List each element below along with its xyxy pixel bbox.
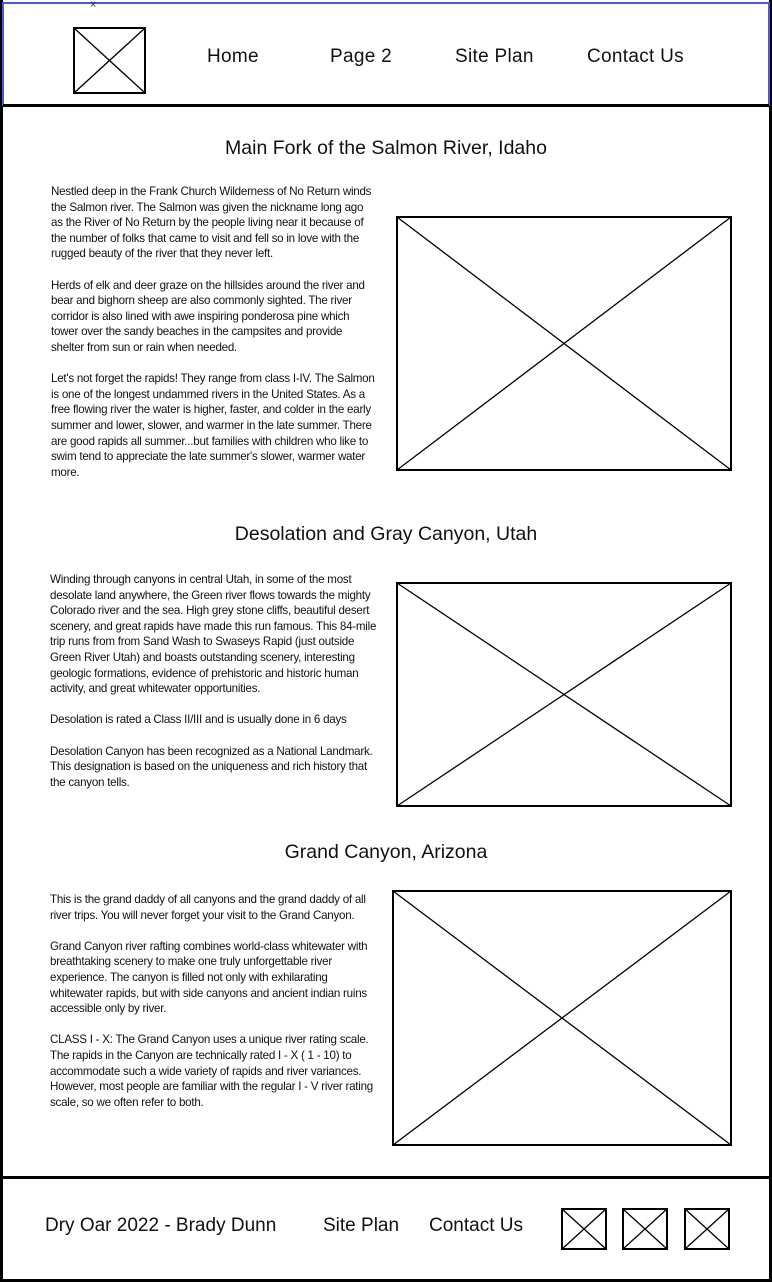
paragraph: This is the grand daddy of all canyons a… xyxy=(50,893,366,922)
site-footer: Dry Oar 2022 - Brady Dunn Site Plan Cont… xyxy=(3,1179,769,1279)
image-placeholder-icon xyxy=(396,582,732,807)
social-placeholder-icon[interactable] xyxy=(561,1208,607,1250)
section-text-desolation: Winding through canyons in central Utah,… xyxy=(50,572,377,790)
image-placeholder-icon xyxy=(392,890,732,1146)
paragraph: Desolation is rated a Class II/III and i… xyxy=(50,713,347,727)
paragraph: Herds of elk and deer graze on the hills… xyxy=(51,278,365,354)
paragraph: CLASS I - X: The Grand Canyon uses a uni… xyxy=(50,1033,373,1109)
paragraph: Let's not forget the rapids! They range … xyxy=(51,372,375,479)
nav-home[interactable]: Home xyxy=(207,46,259,68)
footer-copyright: Dry Oar 2022 - Brady Dunn xyxy=(45,1215,277,1236)
image-placeholder-icon xyxy=(396,216,732,471)
logo-placeholder-icon[interactable] xyxy=(73,27,146,94)
paragraph: Desolation Canyon has been recognized as… xyxy=(50,744,373,789)
social-placeholder-icon[interactable] xyxy=(684,1208,730,1250)
section-title-desolation: Desolation and Gray Canyon, Utah xyxy=(234,523,538,545)
header-divider xyxy=(3,104,769,107)
close-icon[interactable]: × xyxy=(90,0,96,11)
section-text-salmon: Nestled deep in the Frank Church Wildern… xyxy=(51,184,377,480)
section-title-salmon: Main Fork of the Salmon River, Idaho xyxy=(225,137,547,159)
footer-contact-link[interactable]: Contact Us xyxy=(429,1215,523,1237)
paragraph: Nestled deep in the Frank Church Wildern… xyxy=(51,185,372,261)
nav-contact-us[interactable]: Contact Us xyxy=(587,46,684,68)
paragraph: Winding through canyons in central Utah,… xyxy=(50,573,377,696)
nav-page-2[interactable]: Page 2 xyxy=(330,46,392,68)
site-header: × Home Page 2 Site Plan Contact Us xyxy=(2,0,770,106)
section-text-grand-canyon: This is the grand daddy of all canyons a… xyxy=(50,892,377,1110)
footer-site-plan-link[interactable]: Site Plan xyxy=(323,1215,399,1237)
section-title-grand-canyon: Grand Canyon, Arizona xyxy=(284,841,488,863)
nav-site-plan[interactable]: Site Plan xyxy=(455,46,534,68)
paragraph: Grand Canyon river rafting combines worl… xyxy=(50,939,368,1016)
social-placeholder-icon[interactable] xyxy=(622,1208,668,1250)
